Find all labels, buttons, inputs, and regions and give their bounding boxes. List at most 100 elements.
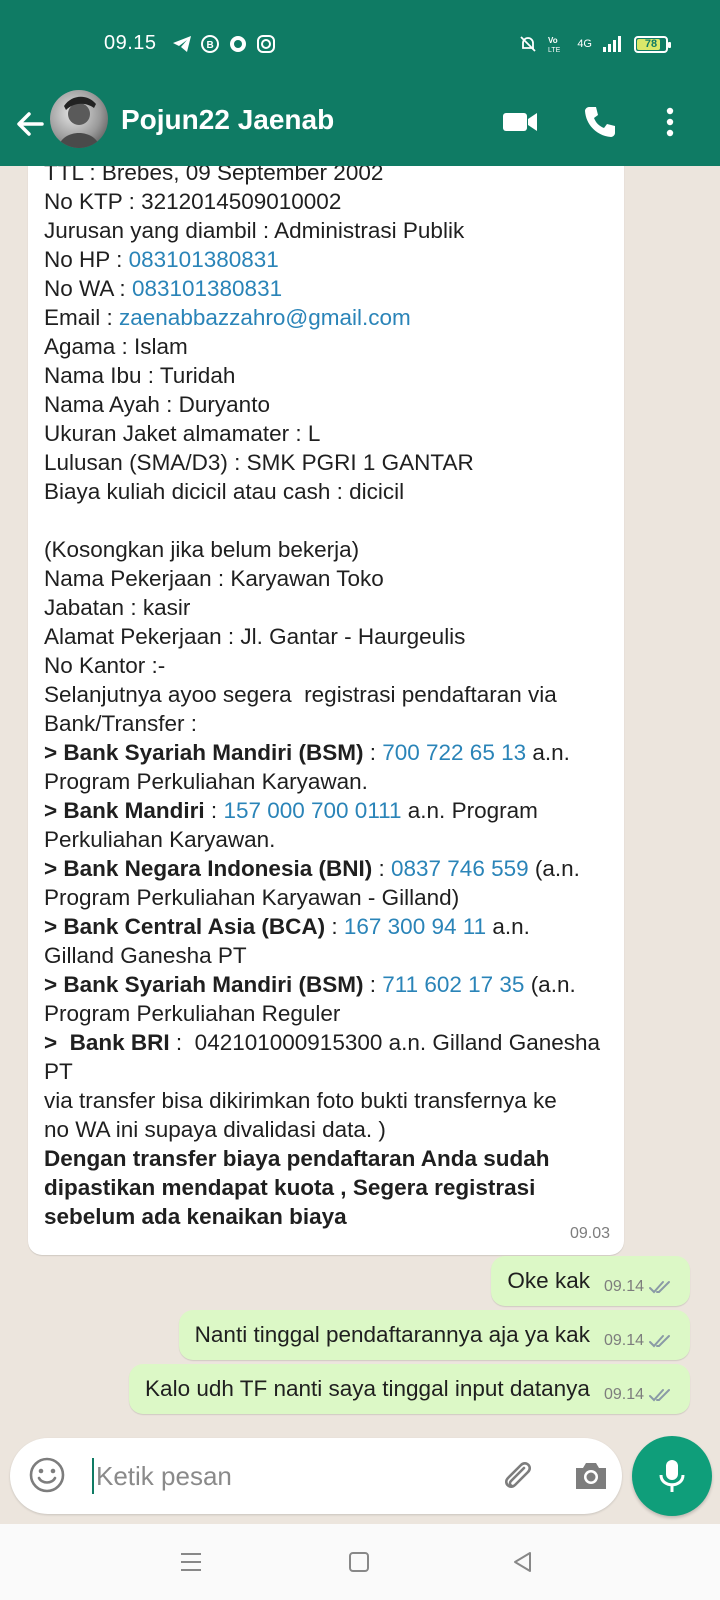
read-ticks-icon [649, 1281, 670, 1294]
instagram-icon [257, 35, 275, 53]
recent-apps-icon[interactable] [178, 1550, 204, 1574]
message-text-segment: Email : [44, 305, 120, 330]
message-line: Email : zaenabbazzahro@gmail.com [44, 303, 610, 332]
message-link[interactable]: zaenabbazzahro@gmail.com [119, 305, 411, 330]
message-text-segment: : [372, 856, 391, 881]
system-navigation-bar [0, 1524, 720, 1600]
message-line: Ukuran Jaket almamater : L [44, 419, 610, 448]
message-text: TTL : Brebes, 09 September 2002 No KTP : … [44, 166, 610, 1231]
message-line: Biaya kuliah dicicil atau cash : dicicil [44, 477, 610, 506]
message-line: Dengan transfer biaya pendaftaran Anda s… [44, 1144, 610, 1173]
message-text-segment: dipastikan mendapat kuota , Segera regis… [44, 1175, 536, 1200]
message-line: > Bank Syariah Mandiri (BSM) : 711 602 1… [44, 970, 610, 999]
message-line: (Kosongkan jika belum bekerja) [44, 535, 610, 564]
message-time: 09.14 [603, 1278, 644, 1295]
outgoing-message[interactable]: Nanti tinggal pendaftarannya aja ya kak … [178, 1310, 690, 1360]
text-cursor [92, 1458, 94, 1494]
status-bar: 09.15 B Vo LTE 4G 78 [0, 0, 720, 90]
message-text-segment: Biaya kuliah dicicil atau cash : dicicil [44, 479, 405, 504]
volte-icon: Vo LTE [548, 36, 561, 54]
message-composer[interactable]: Ketik pesan [10, 1438, 622, 1514]
contact-name[interactable]: Pojun22 Jaenab [121, 104, 334, 136]
voice-message-button[interactable] [632, 1436, 712, 1516]
message-link[interactable]: 083101380831 [129, 247, 279, 272]
network-type: 4G [577, 38, 592, 50]
svg-text:Vo: Vo [548, 36, 558, 45]
telegram-icon [173, 36, 191, 52]
message-text-segment: (Kosongkan jika belum bekerja) [44, 537, 360, 562]
video-call-icon[interactable] [500, 102, 540, 142]
message-text-segment: Jabatan : kasir [44, 595, 191, 620]
battery-icon: 78 [634, 35, 671, 53]
message-text-segment: Gilland Ganesha PT [44, 943, 247, 968]
message-line: Gilland Ganesha PT [44, 941, 610, 970]
message-text-segment: a.n. [526, 740, 570, 765]
message-text-segment: (a.n. [524, 972, 576, 997]
message-line: > Bank Central Asia (BCA) : 167 300 94 1… [44, 912, 610, 941]
emoji-icon[interactable] [28, 1456, 66, 1494]
message-line: via transfer bisa dikirimkan foto bukti … [44, 1086, 610, 1115]
message-text-segment: No Kantor :- [44, 653, 166, 678]
message-link[interactable]: 711 602 17 35 [382, 972, 524, 997]
chat-area[interactable]: TTL : Brebes, 09 September 2002 No KTP : … [0, 166, 720, 1428]
message-text-segment: Ukuran Jaket almamater : L [44, 421, 321, 446]
more-options-icon[interactable] [650, 102, 690, 142]
message-line: Perkuliahan Karyawan. [44, 825, 610, 854]
back-nav-icon[interactable] [510, 1550, 536, 1574]
message-line: Program Perkuliahan Karyawan. [44, 767, 610, 796]
message-text-segment: Dengan transfer biaya pendaftaran Anda s… [44, 1146, 550, 1171]
message-line: Program Perkuliahan Reguler [44, 999, 610, 1028]
message-line: Bank/Transfer : [44, 709, 610, 738]
outgoing-message[interactable]: Kalo udh TF nanti saya tinggal input dat… [129, 1364, 690, 1414]
whatsapp-notification-icon [230, 36, 246, 52]
message-text-segment: no WA ini supaya divalidasi data. ) [44, 1117, 386, 1142]
message-line: > Bank BRI : 042101000915300 a.n. Gillan… [44, 1028, 610, 1057]
outgoing-message[interactable]: Oke kak 09.14 [491, 1256, 690, 1306]
message-input[interactable]: Ketik pesan [96, 1461, 232, 1492]
message-link[interactable]: 0837 746 559 [391, 856, 529, 881]
camera-icon[interactable] [572, 1458, 610, 1494]
avatar[interactable] [50, 90, 108, 148]
message-text-segment: > Bank Negara Indonesia (BNI) [44, 856, 373, 881]
message-text-segment: > Bank Mandiri [44, 798, 205, 823]
attachment-icon[interactable] [498, 1456, 536, 1494]
message-text-segment: No WA : [44, 276, 132, 301]
message-text-segment: Program Perkuliahan Karyawan - Gilland) [44, 885, 460, 910]
message-text-segment: > Bank Central Asia (BCA) [44, 914, 326, 939]
message-link[interactable]: 083101380831 [132, 276, 282, 301]
message-link[interactable]: 167 300 94 11 [344, 914, 486, 939]
message-text-segment: (a.n. [528, 856, 580, 881]
signal-icon [603, 36, 621, 52]
read-ticks-icon [649, 1389, 670, 1402]
message-text-segment: : 042101000915300 a.n. Gilland Ganesha [169, 1030, 601, 1055]
incoming-message[interactable]: TTL : Brebes, 09 September 2002 No KTP : … [28, 166, 624, 1255]
phone-call-icon[interactable] [580, 102, 620, 142]
message-link[interactable]: 700 722 65 13 [382, 740, 526, 765]
message-text: Kalo udh TF nanti saya tinggal input dat… [145, 1376, 590, 1401]
message-text-segment: : [204, 798, 224, 823]
message-line [44, 506, 610, 535]
message-text-segment: Program Perkuliahan Reguler [44, 1001, 341, 1026]
mute-bell-icon [520, 36, 536, 52]
battery-level: 78 [644, 37, 658, 50]
read-ticks-icon [649, 1335, 670, 1348]
message-line: PT [44, 1057, 610, 1086]
status-time: 09.15 [104, 32, 157, 54]
message-text-segment: a.n. [486, 914, 530, 939]
message-link[interactable]: 157 000 700 0111 [223, 798, 401, 823]
svg-text:LTE: LTE [548, 47, 561, 54]
message-text-segment: > Bank Syariah Mandiri (BSM) [44, 740, 364, 765]
message-text-segment: > Bank Syariah Mandiri (BSM) [44, 972, 364, 997]
message-text-segment: > Bank BRI [44, 1030, 170, 1055]
message-text: Nanti tinggal pendaftarannya aja ya kak [194, 1322, 590, 1347]
home-icon[interactable] [346, 1550, 372, 1574]
message-line: dipastikan mendapat kuota , Segera regis… [44, 1173, 610, 1202]
message-line: no WA ini supaya divalidasi data. ) [44, 1115, 610, 1144]
message-text-segment: Bank/Transfer : [44, 711, 197, 736]
message-text-segment: Nama Pekerjaan : Karyawan Toko [44, 566, 384, 591]
message-line: No KTP : 3212014509010002 [44, 187, 610, 216]
message-text-segment: No HP : [44, 247, 129, 272]
message-line: TTL : Brebes, 09 September 2002 [44, 166, 610, 187]
back-arrow-icon[interactable] [12, 106, 48, 142]
message-text-segment: : [363, 740, 383, 765]
